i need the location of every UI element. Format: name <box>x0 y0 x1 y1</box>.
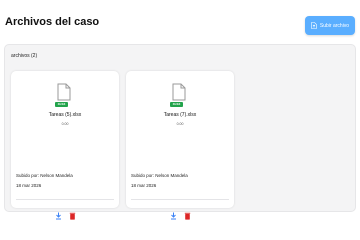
uploaded-by: Subido por: Nelson Mandela <box>16 173 73 178</box>
file-size: 0.00 <box>61 122 69 126</box>
file-card[interactable]: XLSX Tareas (5).xlsx 0.00 Subido por: Ne… <box>11 71 119 220</box>
uploaded-by: Subido por: Nelson Mandela <box>131 173 188 178</box>
file-actions <box>11 207 119 220</box>
file-size: 0.00 <box>176 122 184 126</box>
file-card[interactable]: XLSX Tareas (7).xlsx 0.00 Subido por: Ne… <box>126 71 234 220</box>
files-count-label: archivos (2) <box>11 53 38 59</box>
delete-button[interactable] <box>69 207 76 220</box>
download-button[interactable] <box>170 207 177 220</box>
trash-icon <box>184 212 190 220</box>
download-icon <box>170 212 176 220</box>
file-type-badge: XLSX <box>170 102 183 107</box>
file-icon <box>172 83 186 101</box>
download-button[interactable] <box>55 207 62 220</box>
trash-icon <box>69 212 75 220</box>
file-name: Tareas (7).xlsx <box>163 112 197 118</box>
file-name: Tareas (5).xlsx <box>48 112 82 118</box>
delete-button[interactable] <box>184 207 191 220</box>
upload-file-button[interactable]: Subir archivo <box>305 16 355 35</box>
page-title: Archivos del caso <box>5 16 100 28</box>
file-icon <box>57 83 71 101</box>
divider <box>131 199 229 200</box>
upload-file-label: Subir archivo <box>319 22 350 29</box>
upload-date: 18 mar 2026 <box>131 183 157 188</box>
file-actions <box>126 207 234 220</box>
download-icon <box>55 212 61 220</box>
files-panel: archivos (2) XLSX Tareas (5).xlsx 0.00 S… <box>4 44 356 220</box>
upload-icon <box>311 22 317 29</box>
divider <box>16 199 114 200</box>
page: Archivos del caso Subir archivo archivos… <box>0 0 360 220</box>
file-type-badge: XLSX <box>55 102 68 107</box>
upload-date: 18 mar 2026 <box>16 183 42 188</box>
